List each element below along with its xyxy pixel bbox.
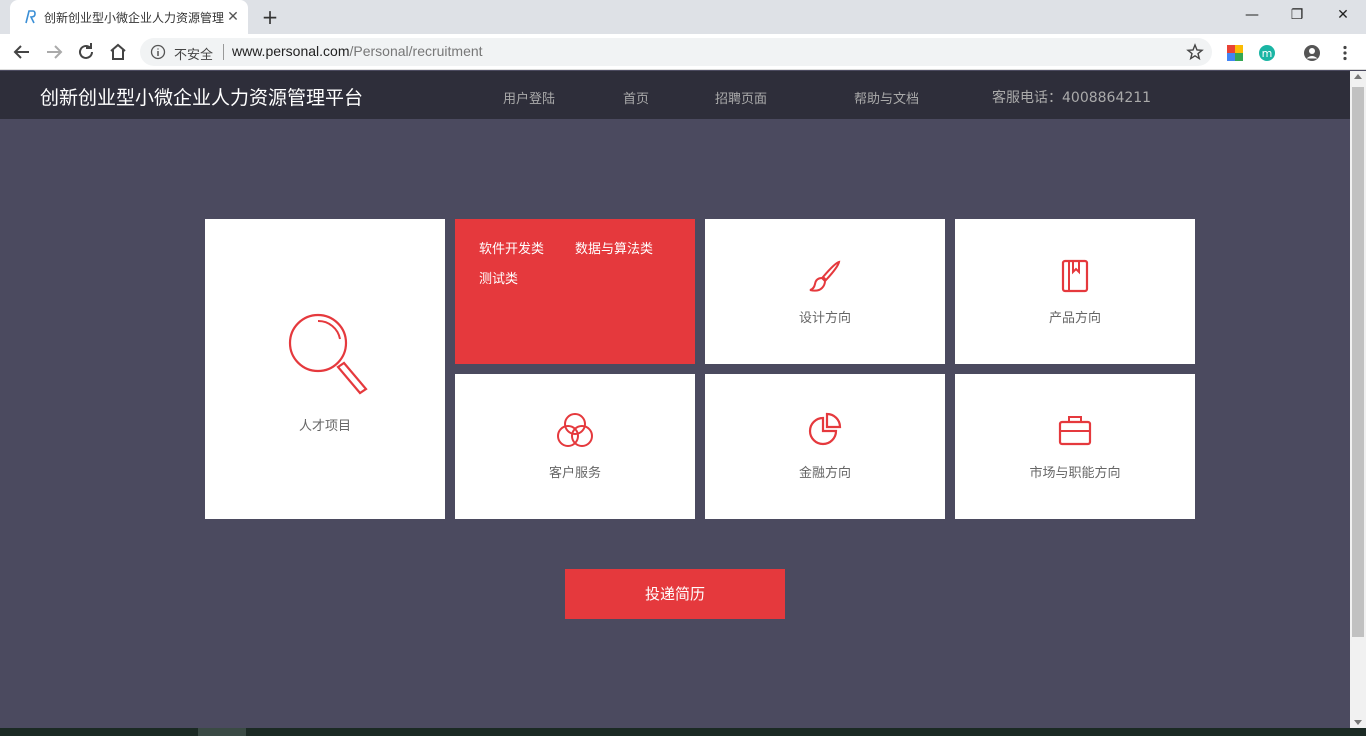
url-path: /Personal/recruitment xyxy=(349,43,483,59)
nav-help[interactable]: 帮助与文档 xyxy=(854,88,919,107)
browser-tabstrip: 创新创业型小微企业人力资源管理平台 ✕ + — ❐ ✕ xyxy=(0,0,1366,34)
omnibox-divider xyxy=(223,44,224,60)
back-arrow-icon[interactable] xyxy=(10,40,34,64)
notebook-icon xyxy=(1061,259,1089,293)
restore-button[interactable]: ❐ xyxy=(1277,4,1317,26)
hotline-text: 客服电话：4008864211 xyxy=(992,90,1152,106)
profile-avatar-icon[interactable] xyxy=(1303,44,1321,62)
os-taskbar xyxy=(0,728,1366,736)
url-host: www.personal.com xyxy=(232,43,350,59)
reload-icon[interactable] xyxy=(74,40,98,64)
site-favicon-icon xyxy=(25,10,36,24)
brush-icon xyxy=(809,260,841,292)
card-design[interactable]: 设计方向 xyxy=(705,219,945,364)
scroll-up-arrow-icon[interactable] xyxy=(1354,74,1362,79)
bookmark-star-icon[interactable] xyxy=(1186,43,1204,61)
menu-kebab-icon[interactable] xyxy=(1336,44,1354,62)
security-label: 不安全 xyxy=(174,48,214,63)
card-product-label: 产品方向 xyxy=(1048,311,1101,326)
nav-home[interactable]: 首页 xyxy=(623,88,649,107)
info-icon[interactable] xyxy=(150,44,166,60)
scroll-thumb[interactable] xyxy=(1352,87,1364,637)
link-data-algorithm[interactable]: 数据与算法类 xyxy=(575,238,653,257)
browser-toolbar: 不安全 www.personal.com/Personal/recruitmen… xyxy=(0,34,1366,70)
new-tab-button[interactable]: + xyxy=(258,5,282,29)
card-market[interactable]: 市场与职能方向 xyxy=(955,374,1195,519)
site-header: 创新创业型小微企业人力资源管理平台 用户登陆 首页 招聘页面 帮助与文档 客服电… xyxy=(0,71,1350,119)
tab-title: 创新创业型小微企业人力资源管理平台 xyxy=(44,11,224,25)
close-window-button[interactable]: ✕ xyxy=(1323,4,1363,26)
nav-recruitment[interactable]: 招聘页面 xyxy=(715,88,767,107)
card-service[interactable]: 客户服务 xyxy=(455,374,695,519)
apply-resume-button[interactable]: 投递简历 xyxy=(565,569,785,619)
recruitment-main: 人才项目 软件开发类 数据与算法类 测试类 设计方向 产品方向 客户服务 金融方… xyxy=(0,119,1350,728)
taskbar-item[interactable] xyxy=(198,728,246,736)
browser-tab[interactable]: 创新创业型小微企业人力资源管理平台 ✕ xyxy=(10,0,248,34)
address-bar[interactable]: 不安全 www.personal.com/Personal/recruitmen… xyxy=(140,38,1212,66)
forward-arrow-icon[interactable] xyxy=(42,40,66,64)
card-talent[interactable]: 人才项目 xyxy=(205,219,445,519)
page-scrollbar[interactable] xyxy=(1350,71,1366,728)
circles-icon xyxy=(557,413,593,447)
scroll-down-arrow-icon[interactable] xyxy=(1354,720,1362,725)
url-text[interactable]: www.personal.com/Personal/recruitment xyxy=(232,43,483,59)
minimize-button[interactable]: — xyxy=(1232,4,1272,26)
extension-m-icon[interactable]: m xyxy=(1258,44,1276,62)
card-design-label: 设计方向 xyxy=(798,311,851,326)
pie-chart-icon xyxy=(808,412,842,446)
card-finance[interactable]: 金融方向 xyxy=(705,374,945,519)
card-talent-label: 人才项目 xyxy=(298,419,351,434)
card-market-label: 市场与职能方向 xyxy=(1029,466,1121,481)
tab-close-icon[interactable]: ✕ xyxy=(224,8,242,26)
link-testing[interactable]: 测试类 xyxy=(479,268,518,287)
briefcase-icon xyxy=(1058,416,1092,446)
link-software-dev[interactable]: 软件开发类 xyxy=(479,238,544,257)
extension-colorful-icon[interactable] xyxy=(1226,44,1244,62)
card-tech: 软件开发类 数据与算法类 测试类 xyxy=(455,219,695,364)
home-icon[interactable] xyxy=(106,40,130,64)
site-title: 创新创业型小微企业人力资源管理平台 xyxy=(40,87,364,109)
card-product[interactable]: 产品方向 xyxy=(955,219,1195,364)
card-service-label: 客户服务 xyxy=(548,466,601,481)
magnifier-icon xyxy=(288,313,368,395)
card-finance-label: 金融方向 xyxy=(798,466,851,481)
nav-login[interactable]: 用户登陆 xyxy=(503,88,555,107)
extension-m-letter: m xyxy=(1262,47,1273,60)
